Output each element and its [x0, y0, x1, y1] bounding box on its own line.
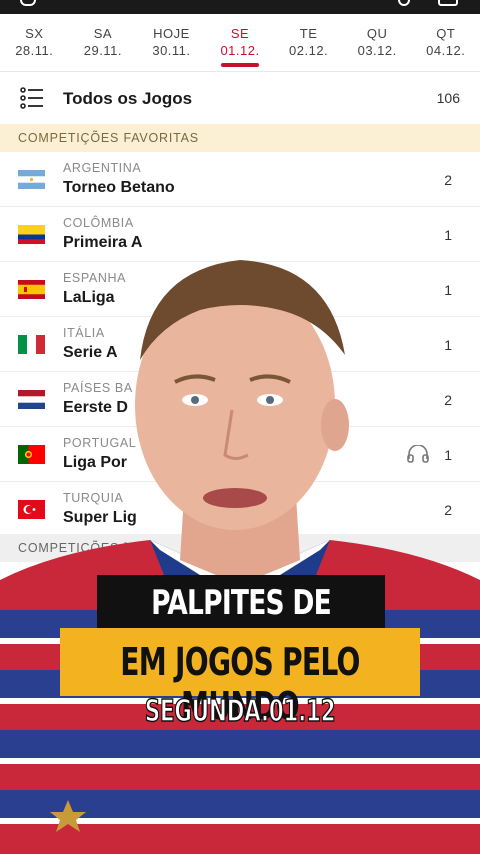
competition-row[interactable]: ARGENTINA Torneo Betano 2 [0, 152, 480, 207]
date-tab[interactable]: TE 02.12. [274, 14, 343, 71]
league-name: Torneo Betano [63, 179, 175, 196]
argentina-flag-icon [18, 170, 45, 189]
presenter-photo [0, 260, 480, 854]
list-icon [20, 87, 43, 109]
country-label: ARGENTINA [63, 161, 142, 175]
date-label: 04.12. [426, 43, 466, 58]
date-tab[interactable]: QU 03.12. [343, 14, 412, 71]
day-label: QT [436, 26, 456, 41]
all-games-row[interactable]: Todos os Jogos 106 [0, 72, 480, 124]
colombia-flag-icon [18, 225, 45, 244]
calendar-icon[interactable] [438, 0, 458, 6]
caption-line-2: EM JOGOS PELO MUNDO [60, 628, 420, 728]
date-tab[interactable]: QT 04.12. [411, 14, 480, 71]
day-label: QU [366, 26, 388, 41]
day-label: TE [299, 26, 318, 41]
date-label: 28.11. [15, 43, 54, 58]
status-bar [0, 0, 480, 14]
app-logo-icon [20, 0, 36, 6]
match-count: 2 [444, 172, 452, 188]
date-tab[interactable]: SX 28.11. [0, 14, 69, 71]
match-count: 1 [444, 227, 452, 243]
favorites-section-header: COMPETIÇÕES FAVORITAS [0, 124, 480, 152]
date-label: 29.11. [83, 43, 122, 58]
country-label: COLÔMBIA [63, 216, 134, 230]
date-label: 02.12. [289, 43, 329, 58]
date-tab[interactable]: HOJE 30.11. [137, 14, 206, 71]
day-label: HOJE [153, 26, 190, 41]
search-icon[interactable] [398, 0, 410, 6]
date-tab[interactable]: SA 29.11. [69, 14, 138, 71]
all-games-label: Todos os Jogos [63, 89, 193, 108]
day-label: SA [93, 26, 113, 41]
all-games-count: 106 [436, 90, 460, 106]
date-selector: SX 28.11. SA 29.11. HOJE 30.11. SE 01.12. TE… [0, 14, 480, 72]
date-label: 30.11. [152, 43, 191, 58]
caption-line-3: SEGUNDA.01.12 [144, 693, 336, 730]
date-tab-selected[interactable]: SE 01.12. [206, 14, 275, 71]
date-label: 03.12. [357, 43, 397, 58]
day-label: SE [230, 26, 250, 41]
caption-line-1: PALPITES DE FUTEBOL [97, 575, 385, 663]
date-label: 01.12. [220, 43, 260, 58]
day-label: SX [25, 26, 44, 41]
